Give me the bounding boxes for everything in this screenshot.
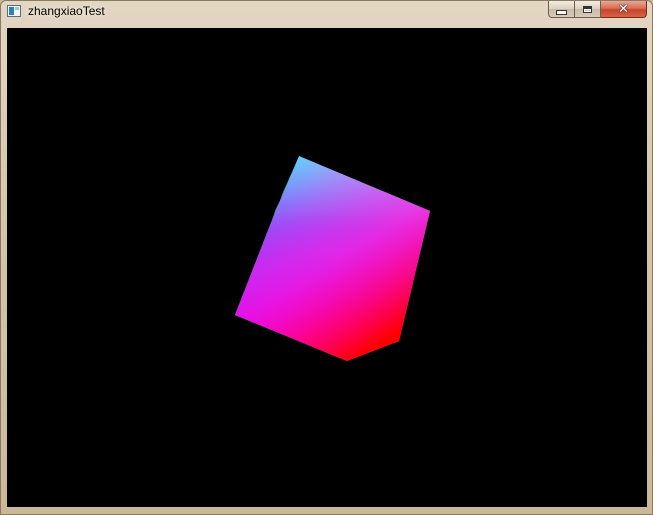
close-button[interactable]: ✕ — [601, 1, 647, 18]
render-canvas[interactable] — [7, 28, 647, 507]
window-title: zhangxiaoTest — [28, 4, 105, 18]
app-window: zhangxiaoTest ✕ — [0, 0, 653, 515]
maximize-button[interactable] — [575, 1, 601, 18]
minimize-button[interactable] — [548, 1, 575, 18]
window-controls: ✕ — [548, 1, 647, 19]
maximize-icon — [583, 5, 592, 13]
title-bar[interactable]: zhangxiaoTest ✕ — [1, 1, 652, 23]
cube-scene — [235, 156, 430, 361]
close-icon: ✕ — [618, 1, 629, 17]
app-icon[interactable] — [7, 5, 21, 17]
cube-front-face — [235, 156, 430, 361]
minimize-icon — [556, 9, 567, 15]
